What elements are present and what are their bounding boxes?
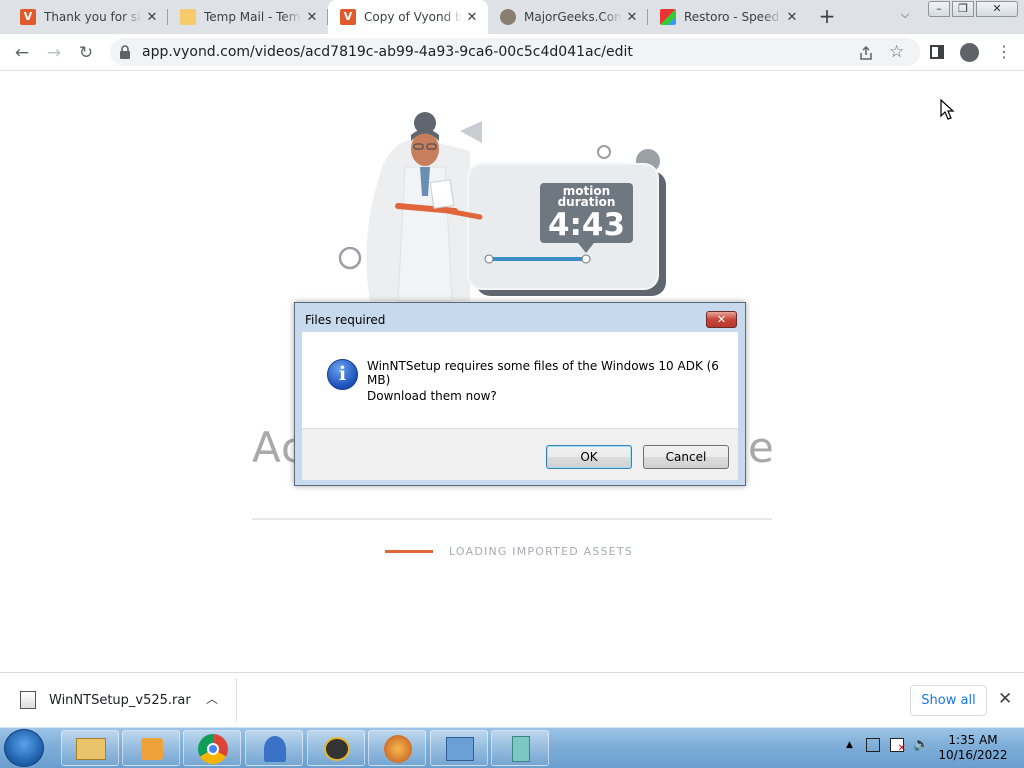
app4-taskbar-icon[interactable] [491,730,549,766]
dialog-question: Download them now? [367,389,497,403]
back-arrow-icon[interactable]: ← [12,43,32,63]
progress-track [488,257,588,261]
window-close-button[interactable]: ✕ [976,1,1018,17]
files-required-dialog: Files required ✕ i WinNTSetup requires s… [294,302,746,486]
action-center-flag-icon[interactable]: ✕ [890,738,906,754]
tab-majorgeeks[interactable]: MajorGeeks.Com ✕ [488,0,648,34]
tab-strip: V Thank you for signing up ✕ Temp Mail -… [0,0,1024,34]
large-ring-shape [338,246,362,270]
close-icon[interactable]: ✕ [142,10,162,25]
vyond-icon: V [20,9,36,25]
restoro-icon [660,9,676,25]
side-panel-icon[interactable] [930,45,944,59]
app3-taskbar-icon[interactable] [368,730,426,766]
temp-mail-icon [180,9,196,25]
loading-status-text: LOADING IMPORTED ASSETS [449,545,633,558]
download-filename[interactable]: WinNTSetup_v525.rar [49,693,191,708]
dialog-footer: OK Cancel [302,428,738,480]
tab-temp-mail[interactable]: Temp Mail - Temporary Email ✕ [168,0,328,34]
forward-arrow-icon[interactable]: → [44,43,64,63]
vyond-icon: V [340,9,356,25]
tab-title: MajorGeeks.Com [524,10,622,24]
close-icon[interactable]: ✕ [302,10,322,25]
lock-icon [120,45,130,59]
badge-time: 4:43 [547,207,626,243]
media-player-taskbar-icon[interactable] [122,730,180,766]
volume-icon[interactable]: 🔈 [913,737,929,752]
clock-date: 10/16/2022 [938,748,1008,762]
chrome-taskbar-icon[interactable] [183,730,241,766]
tab-thank-you[interactable]: V Thank you for signing up ✕ [8,0,168,34]
close-icon[interactable]: ✕ [622,10,642,25]
show-all-button[interactable]: Show all [910,685,987,716]
winntsetup-taskbar-icon[interactable] [430,730,488,766]
app-taskbar-icon[interactable] [245,730,303,766]
rar-file-icon [20,691,36,709]
mouse-cursor-icon [940,99,955,120]
majorgeeks-icon [500,9,516,25]
chevron-up-icon[interactable]: ︿ [206,690,218,707]
download-bar: WinNTSetup_v525.rar ︿ Show all ✕ [0,672,1024,727]
tab-copy-of-vyond[interactable]: V Copy of Vyond basics ✕ [328,0,488,34]
info-icon: i [327,359,358,390]
dialog-title: Files required [305,313,386,327]
windows-taskbar: ▲ ✕ 🔈 1:35 AM 10/16/2022 [0,727,1024,768]
close-download-bar-icon[interactable]: ✕ [998,689,1012,709]
small-ring-shape [597,145,611,159]
close-icon[interactable]: ✕ [462,10,482,25]
app2-taskbar-icon[interactable] [307,730,365,766]
network-icon[interactable] [866,738,880,752]
explorer-taskbar-icon[interactable] [61,730,119,766]
menu-kebab-icon[interactable]: ⋮ [996,42,1012,61]
tab-title: Thank you for signing up [44,10,142,24]
dialog-close-button[interactable]: ✕ [706,311,737,328]
divider [252,518,772,520]
ok-button[interactable]: OK [546,445,632,469]
show-hidden-icons-icon[interactable]: ▲ [846,740,853,750]
download-divider [236,678,237,722]
share-icon[interactable] [858,45,874,61]
cancel-button[interactable]: Cancel [643,445,729,469]
restore-button[interactable]: ❐ [952,1,974,17]
close-icon[interactable]: ✕ [782,10,802,25]
bookmark-star-icon[interactable]: ☆ [889,42,904,62]
tab-search-chevron-icon[interactable]: ⌵ [896,8,914,26]
clock-time: 1:35 AM [948,733,998,747]
tab-restoro[interactable]: Restoro - Speed up ✕ [648,0,808,34]
triangle-shape [460,121,482,143]
tab-title: Temp Mail - Temporary Email [204,10,302,24]
profile-avatar-icon[interactable] [960,43,979,62]
url-text[interactable]: app.vyond.com/videos/acd7819c-ab99-4a93-… [142,44,633,60]
reload-icon[interactable]: ↻ [76,43,96,63]
loading-heading-right: e [748,423,774,472]
tab-title: Copy of Vyond basics [364,10,462,24]
taskbar-clock[interactable]: 1:35 AM 10/16/2022 [930,733,1016,763]
dialog-message: WinNTSetup requires some files of the Wi… [367,359,719,387]
loading-progress-indicator [385,550,433,553]
minimize-button[interactable]: – [928,1,950,17]
start-button[interactable] [4,729,44,767]
tab-title: Restoro - Speed up [684,10,782,24]
dialog-body: i WinNTSetup requires some files of the … [302,332,738,428]
new-tab-button[interactable]: + [816,5,838,27]
